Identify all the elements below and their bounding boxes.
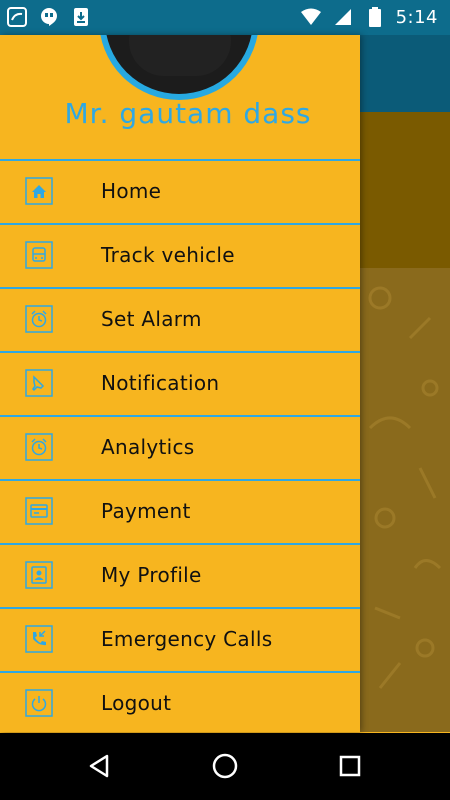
avatar[interactable]: [99, 35, 259, 100]
background-app[interactable]: [360, 35, 450, 732]
menu-item-track-vehicle[interactable]: Track vehicle: [0, 223, 360, 287]
battery-icon: [364, 6, 386, 28]
profile-badge-icon: [25, 561, 53, 589]
menu-item-label: Logout: [101, 691, 172, 715]
bell-icon: [25, 369, 53, 397]
navigation-drawer: Mr. gautam dass Home Track vehicle Set A…: [0, 35, 360, 732]
download-icon: [70, 6, 92, 28]
wifi-icon: [300, 6, 322, 28]
alarm-icon: [25, 305, 53, 333]
menu-item-set-alarm[interactable]: Set Alarm: [0, 287, 360, 351]
menu-item-logout[interactable]: Logout: [0, 671, 360, 732]
clock: 5:14: [395, 6, 438, 28]
saavn-icon: [6, 6, 28, 28]
alarm-icon: [25, 433, 53, 461]
menu-item-notification[interactable]: Notification: [0, 351, 360, 415]
status-bar: 5:14: [0, 0, 450, 35]
power-icon: [25, 689, 53, 717]
payment-card-icon: [25, 497, 53, 525]
drawer-menu: Home Track vehicle Set Alarm Notificatio…: [0, 159, 360, 732]
phone-call-icon: [25, 625, 53, 653]
menu-item-label: My Profile: [101, 563, 202, 587]
recents-icon[interactable]: [335, 751, 365, 781]
menu-item-emergency-calls[interactable]: Emergency Calls: [0, 607, 360, 671]
menu-item-payment[interactable]: Payment: [0, 479, 360, 543]
menu-item-analytics[interactable]: Analytics: [0, 415, 360, 479]
background-toolbar: [360, 35, 450, 112]
avatar-beard: [129, 35, 231, 76]
home-icon: [25, 177, 53, 205]
home-circle-icon[interactable]: [210, 751, 240, 781]
bus-icon: [25, 241, 53, 269]
menu-item-label: Analytics: [101, 435, 195, 459]
signal-icon: [332, 6, 354, 28]
menu-item-home[interactable]: Home: [0, 159, 360, 223]
menu-item-label: Notification: [101, 371, 220, 395]
menu-item-my-profile[interactable]: My Profile: [0, 543, 360, 607]
hangouts-icon: [38, 6, 60, 28]
menu-item-label: Payment: [101, 499, 191, 523]
menu-item-label: Emergency Calls: [101, 627, 273, 651]
back-icon[interactable]: [84, 751, 114, 781]
navigation-bar: [0, 733, 450, 800]
menu-item-label: Set Alarm: [101, 307, 202, 331]
background-banner: [360, 112, 450, 268]
menu-item-label: Home: [101, 179, 162, 203]
background-pattern: [360, 268, 450, 732]
menu-item-label: Track vehicle: [101, 243, 235, 267]
user-name: Mr. gautam dass: [64, 97, 312, 130]
